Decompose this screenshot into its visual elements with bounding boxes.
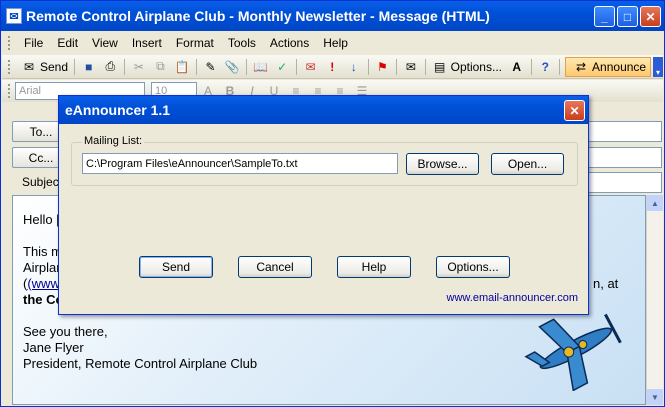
toolbar-overflow-chevron-icon[interactable]: ▾ bbox=[653, 56, 663, 77]
print-icon[interactable]: ⎙ bbox=[102, 58, 120, 76]
website-link[interactable]: www.email-announcer.com bbox=[447, 292, 578, 304]
scroll-up-icon[interactable]: ▲ bbox=[647, 195, 663, 211]
body-name: Jane Flyer bbox=[23, 340, 84, 355]
copy-icon[interactable]: ⧉ bbox=[152, 58, 170, 76]
menu-format[interactable]: Format bbox=[169, 36, 221, 50]
announce-button[interactable]: ⇄ Announce bbox=[565, 56, 652, 77]
window-titlebar[interactable]: ✉ Remote Control Airplane Club - Monthly… bbox=[1, 1, 664, 31]
options-button[interactable]: ▤ Options... bbox=[429, 58, 502, 76]
toolbar-separator bbox=[245, 58, 247, 75]
close-button[interactable]: ✕ bbox=[640, 6, 661, 27]
envelope-open-icon[interactable]: ✉ bbox=[402, 58, 420, 76]
send-icon: ✉ bbox=[23, 59, 34, 74]
dialog-close-icon[interactable]: ✕ bbox=[564, 100, 585, 121]
menu-help[interactable]: Help bbox=[316, 36, 355, 50]
toolbar-grip bbox=[8, 59, 11, 74]
body-role: President, Remote Control Airplane Club bbox=[23, 356, 258, 371]
browse-button[interactable]: Browse... bbox=[406, 153, 479, 175]
minimize-button[interactable]: _ bbox=[594, 6, 615, 27]
menu-insert[interactable]: Insert bbox=[125, 36, 169, 50]
maximize-button[interactable]: □ bbox=[617, 6, 638, 27]
dialog-title: eAnnouncer 1.1 bbox=[65, 102, 171, 118]
open-button[interactable]: Open... bbox=[491, 153, 564, 175]
body-signoff: See you there, bbox=[23, 324, 108, 339]
menu-file[interactable]: File bbox=[17, 36, 50, 50]
window-title: Remote Control Airplane Club - Monthly N… bbox=[26, 8, 490, 24]
attach-icon[interactable]: 📎 bbox=[223, 58, 241, 76]
body-line: This m bbox=[23, 244, 62, 259]
options-button-dialog[interactable]: Options... bbox=[436, 256, 510, 278]
toolbar-separator bbox=[295, 58, 297, 75]
menu-edit[interactable]: Edit bbox=[50, 36, 85, 50]
cancel-button[interactable]: Cancel bbox=[238, 256, 312, 278]
help-button[interactable]: Help bbox=[337, 256, 411, 278]
toolbar-grip bbox=[8, 84, 11, 98]
announce-label: Announce bbox=[592, 59, 647, 74]
mailing-list-group: Mailing List: C:\Program Files\eAnnounce… bbox=[71, 135, 578, 186]
menu-bar: File Edit View Insert Format Tools Actio… bbox=[2, 32, 663, 54]
toolbar-separator bbox=[424, 58, 426, 75]
toolbar-separator bbox=[195, 58, 197, 75]
toolbar-separator bbox=[530, 58, 532, 75]
check-names-icon[interactable]: ✓ bbox=[273, 58, 291, 76]
options-icon: ▤ bbox=[433, 59, 446, 74]
menu-actions[interactable]: Actions bbox=[263, 36, 316, 50]
high-importance-icon[interactable]: ! bbox=[323, 58, 341, 76]
mailing-list-label: Mailing List: bbox=[82, 135, 145, 147]
send-label: Send bbox=[39, 59, 68, 74]
options-label: Options... bbox=[450, 59, 502, 74]
menu-view[interactable]: View bbox=[85, 36, 125, 50]
menu-tools[interactable]: Tools bbox=[221, 36, 263, 50]
announce-icon: ⇄ bbox=[576, 59, 587, 74]
font-size-icon[interactable]: A bbox=[508, 58, 526, 76]
dialog-titlebar[interactable]: eAnnouncer 1.1 bbox=[59, 96, 588, 124]
toolbar-separator bbox=[74, 58, 75, 75]
body-line: ((www. bbox=[23, 276, 63, 292]
body-greeting: Hello [ bbox=[23, 212, 60, 227]
send-button-dialog[interactable]: Send bbox=[139, 256, 213, 278]
eannouncer-dialog: eAnnouncer 1.1 ✕ Mailing List: C:\Progra… bbox=[58, 95, 589, 315]
save-icon[interactable]: ■ bbox=[80, 58, 98, 76]
signature-icon[interactable]: ✉ bbox=[302, 58, 320, 76]
low-importance-icon[interactable]: ↓ bbox=[345, 58, 363, 76]
book-icon[interactable]: 📖 bbox=[252, 58, 270, 76]
body-line: n, at bbox=[593, 276, 619, 291]
standard-toolbar: ✉ Send ■ ⎙ ✂ ⧉ 📋 ✎ 📎 📖 ✓ ✉ ! ↓ ⚑ ✉ ▤ Opt… bbox=[2, 55, 663, 79]
vertical-scrollbar[interactable]: ▲ ▼ bbox=[646, 195, 663, 405]
toolbar-separator bbox=[124, 58, 126, 75]
help-icon[interactable]: ? bbox=[537, 58, 555, 76]
envelope-icon: ✉ bbox=[6, 8, 22, 24]
scroll-down-icon[interactable]: ▼ bbox=[647, 389, 663, 405]
address-book-icon[interactable]: ✎ bbox=[202, 58, 220, 76]
toolbar-separator bbox=[396, 58, 398, 75]
toolbar-separator bbox=[367, 58, 369, 75]
toolbar-separator bbox=[559, 58, 561, 75]
flag-icon[interactable]: ⚑ bbox=[374, 58, 392, 76]
cut-icon[interactable]: ✂ bbox=[130, 58, 148, 76]
menubar-grip bbox=[8, 36, 11, 50]
send-button[interactable]: ✉ Send bbox=[15, 58, 71, 76]
mailing-list-path-input[interactable]: C:\Program Files\eAnnouncer\SampleTo.txt bbox=[82, 153, 398, 174]
paste-icon[interactable]: 📋 bbox=[173, 58, 191, 76]
